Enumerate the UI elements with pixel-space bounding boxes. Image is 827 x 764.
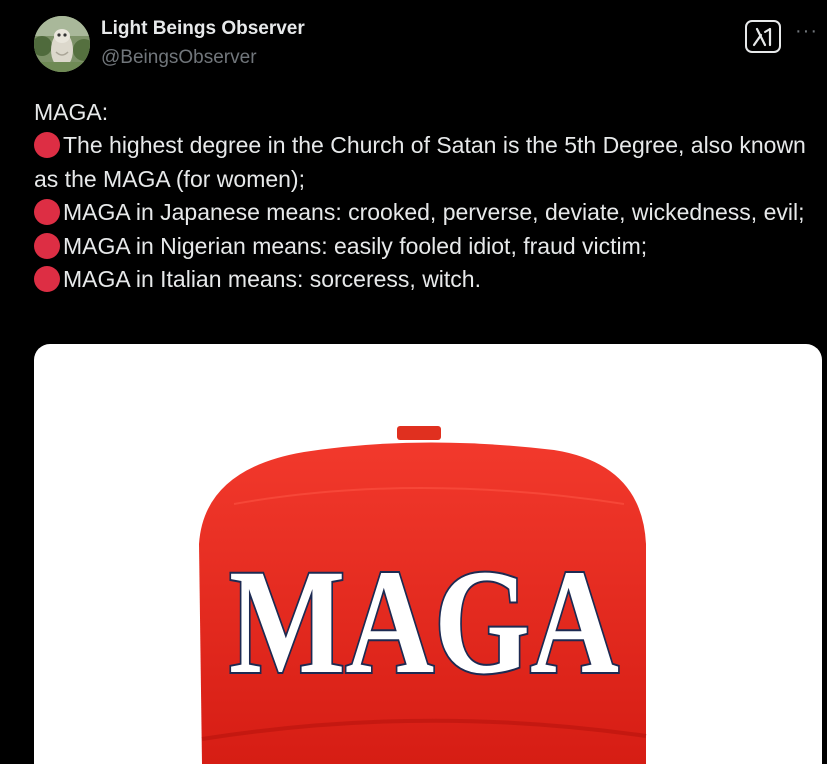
more-options-icon[interactable]: ··· <box>795 21 818 41</box>
red-cap-image: MAGA <box>199 426 647 764</box>
post: Light Beings Observer @BeingsObserver ··… <box>0 0 827 764</box>
red-circle-icon <box>34 266 60 293</box>
owl-statue-avatar <box>34 16 90 72</box>
author-name[interactable]: Light Beings Observer <box>101 18 305 40</box>
grok-button[interactable] <box>745 20 781 53</box>
hat-text: MAGA <box>229 539 619 705</box>
red-circle-icon <box>34 232 60 259</box>
post-line: MAGA: <box>34 99 109 125</box>
post-line: The highest degree in the Church of Sata… <box>34 132 806 192</box>
red-circle-icon <box>34 199 60 226</box>
post-image[interactable]: MAGA <box>34 344 822 764</box>
red-circle-icon <box>34 132 60 159</box>
post-text: MAGA: The highest degree in the Church o… <box>34 96 814 296</box>
grok-icon <box>752 27 772 46</box>
post-line: MAGA in Japanese means: crooked, pervers… <box>34 196 814 229</box>
avatar[interactable] <box>34 16 90 72</box>
post-line: MAGA in Italian means: sorceress, witch. <box>34 263 814 296</box>
post-line: MAGA in Nigerian means: easily fooled id… <box>34 230 814 263</box>
author-handle[interactable]: @BeingsObserver <box>101 47 257 69</box>
